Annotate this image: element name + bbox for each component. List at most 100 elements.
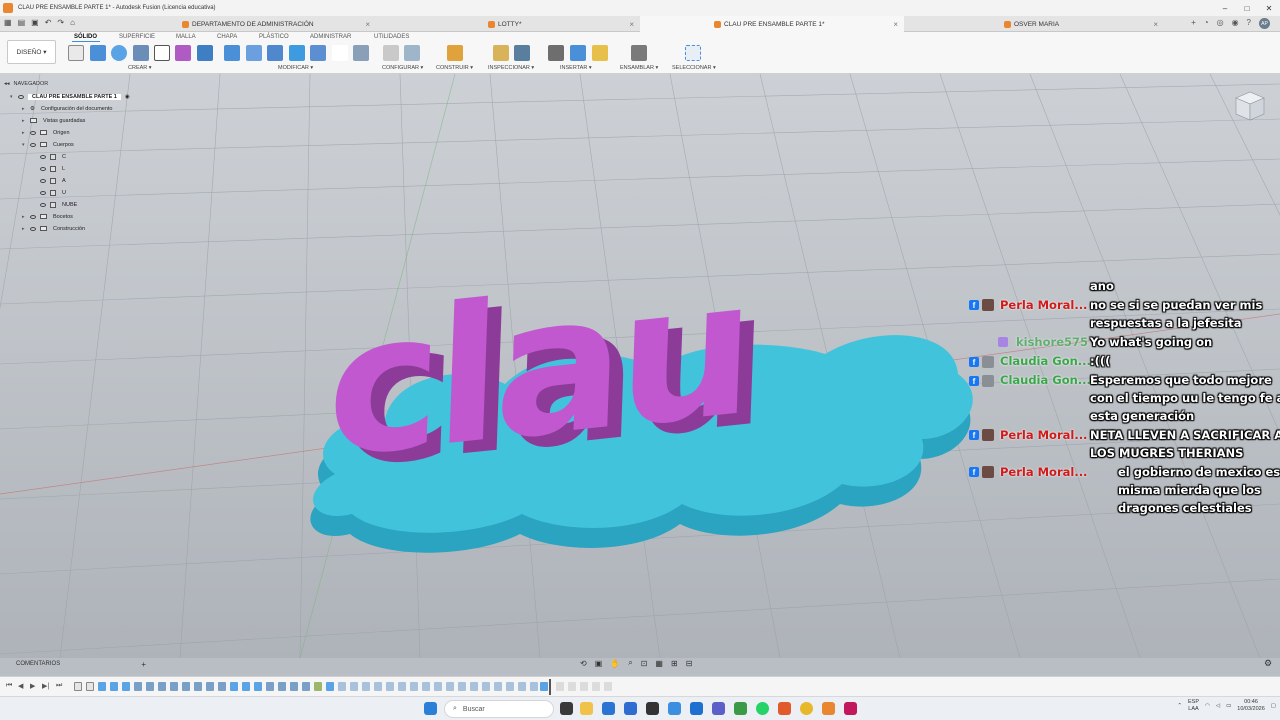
timeline-feature[interactable]	[266, 682, 274, 691]
group-modificar[interactable]: MODIFICAR ▾	[278, 65, 313, 71]
mail-icon[interactable]	[624, 702, 637, 715]
revolve-icon[interactable]	[133, 45, 149, 61]
new-tab-icon[interactable]: +	[1191, 18, 1196, 29]
grid-settings-icon[interactable]: ⊞	[671, 659, 678, 668]
cylinder-icon[interactable]	[175, 45, 191, 61]
group-inspeccionar[interactable]: INSPECCIONAR ▾	[488, 65, 534, 71]
timeline-feature[interactable]	[362, 682, 370, 691]
timeline-feature[interactable]	[206, 682, 214, 691]
timeline-feature[interactable]	[158, 682, 166, 691]
whatsapp-icon[interactable]	[756, 702, 769, 715]
timeline-feature[interactable]	[446, 682, 454, 691]
expand-icon[interactable]: ▸	[22, 130, 30, 136]
app-icon[interactable]	[734, 702, 747, 715]
tab-utilidades[interactable]: UTILIDADES	[374, 34, 409, 40]
eye-icon[interactable]	[40, 190, 46, 195]
save-icon[interactable]: ▣	[31, 18, 39, 27]
eye-icon[interactable]	[40, 178, 46, 183]
browser-body-nube[interactable]: NUBE	[40, 199, 77, 210]
tab-close-icon[interactable]: ×	[1153, 20, 1158, 29]
tab-plastico[interactable]: PLÁSTICO	[259, 34, 289, 40]
timeline-feature[interactable]	[518, 682, 526, 691]
notification-center-icon[interactable]: ▢	[1271, 703, 1276, 709]
tab-superficie[interactable]: SUPERFICIE	[119, 34, 155, 40]
timeline-feature[interactable]	[74, 682, 82, 691]
group-configurar[interactable]: CONFIGURAR ▾	[382, 65, 423, 71]
eye-icon[interactable]	[30, 226, 36, 231]
combine-icon[interactable]	[310, 45, 326, 61]
timeline-feature[interactable]	[604, 682, 612, 691]
timeline-feature[interactable]	[290, 682, 298, 691]
eye-icon[interactable]	[40, 202, 46, 207]
chevron-up-icon[interactable]: ⌃	[1177, 703, 1182, 709]
grid-menu-icon[interactable]: ▦	[4, 18, 12, 27]
tab-close-icon[interactable]: ×	[893, 20, 898, 29]
timeline-feature[interactable]	[98, 682, 106, 691]
fusion-icon[interactable]	[822, 702, 835, 715]
tab-administrar[interactable]: ADMINISTRAR	[310, 34, 351, 40]
letters-clau[interactable]: clau clau	[324, 238, 767, 512]
edge-icon[interactable]	[668, 702, 681, 715]
table-icon[interactable]	[404, 45, 420, 61]
language-indicator[interactable]: ESP LAA	[1188, 699, 1199, 713]
eye-icon[interactable]	[18, 94, 24, 99]
minimize-button[interactable]: –	[1214, 0, 1236, 16]
browser-body-u[interactable]: U	[40, 187, 66, 198]
decal-icon[interactable]	[570, 45, 586, 61]
group-insertar[interactable]: INSERTAR ▾	[560, 65, 592, 71]
app-icon[interactable]	[844, 702, 857, 715]
avatar[interactable]: AP	[1259, 18, 1270, 29]
browser-body-c[interactable]: C	[40, 151, 66, 162]
shell-icon[interactable]	[289, 45, 305, 61]
group-ensamblar[interactable]: ENSAMBLAR ▾	[620, 65, 658, 71]
timeline-feature[interactable]	[314, 682, 322, 691]
timeline-feature[interactable]	[506, 682, 514, 691]
expand-icon[interactable]: ▸	[22, 226, 30, 232]
wifi-icon[interactable]: ◠	[1205, 703, 1210, 709]
expand-icon[interactable]: ▾	[22, 142, 30, 148]
comments-panel[interactable]: COMENTARIOS +	[0, 658, 150, 670]
workspace-switcher[interactable]: DISEÑO ▾	[7, 40, 56, 64]
joint-icon[interactable]	[631, 45, 647, 61]
maximize-button[interactable]: □	[1236, 0, 1258, 16]
group-crear[interactable]: CREAR ▾	[128, 65, 152, 71]
file-explorer-icon[interactable]	[580, 702, 593, 715]
group-seleccionar[interactable]: SELECCIONAR ▾	[672, 65, 716, 71]
timeline-feature[interactable]	[218, 682, 226, 691]
timeline-feature[interactable]	[556, 682, 564, 691]
timeline-feature[interactable]	[278, 682, 286, 691]
select-icon[interactable]	[685, 45, 701, 61]
plane-icon[interactable]	[447, 45, 463, 61]
battery-icon[interactable]: ▭	[1226, 703, 1231, 709]
expand-icon[interactable]: ▾	[10, 94, 18, 100]
timeline-feature[interactable]	[374, 682, 382, 691]
collapse-icon[interactable]: ◂◂	[4, 81, 10, 87]
display-settings-icon[interactable]: ▦	[655, 659, 663, 668]
timeline-feature[interactable]	[302, 682, 310, 691]
insert-derive-icon[interactable]	[548, 45, 564, 61]
tab-clau-pre-ensamble[interactable]: CLAU PRE ENSAMBLE PARTE 1* ×	[640, 16, 904, 32]
expand-icon[interactable]: ▸	[22, 214, 30, 220]
timeline-feature[interactable]	[410, 682, 418, 691]
tab-close-icon[interactable]: ×	[629, 20, 634, 29]
timeline-feature[interactable]	[458, 682, 466, 691]
eye-icon[interactable]	[30, 142, 36, 147]
section-analysis-icon[interactable]	[514, 45, 530, 61]
browser-item-vistas[interactable]: ▸ Vistas guardadas	[22, 115, 85, 126]
timeline-feature[interactable]	[338, 682, 346, 691]
orbit-icon[interactable]: ⟲	[580, 659, 587, 668]
press-pull-icon[interactable]	[224, 45, 240, 61]
app-icon[interactable]	[646, 702, 659, 715]
taskbar-search[interactable]: ⌕ Buscar	[444, 700, 554, 718]
close-window-button[interactable]: ✕	[1258, 0, 1280, 16]
timeline-feature[interactable]	[386, 682, 394, 691]
browser-item-bocetos[interactable]: ▸ Bocetos	[22, 211, 73, 222]
fit-icon[interactable]: ⊡	[641, 659, 648, 668]
timeline-last-icon[interactable]: ⏭	[56, 682, 62, 690]
fillet-icon[interactable]	[246, 45, 262, 61]
help-icon[interactable]: ?	[1247, 18, 1251, 29]
app-icon[interactable]	[712, 702, 725, 715]
create-form-icon[interactable]	[90, 45, 106, 61]
brave-icon[interactable]	[778, 702, 791, 715]
box-icon[interactable]	[154, 45, 170, 61]
